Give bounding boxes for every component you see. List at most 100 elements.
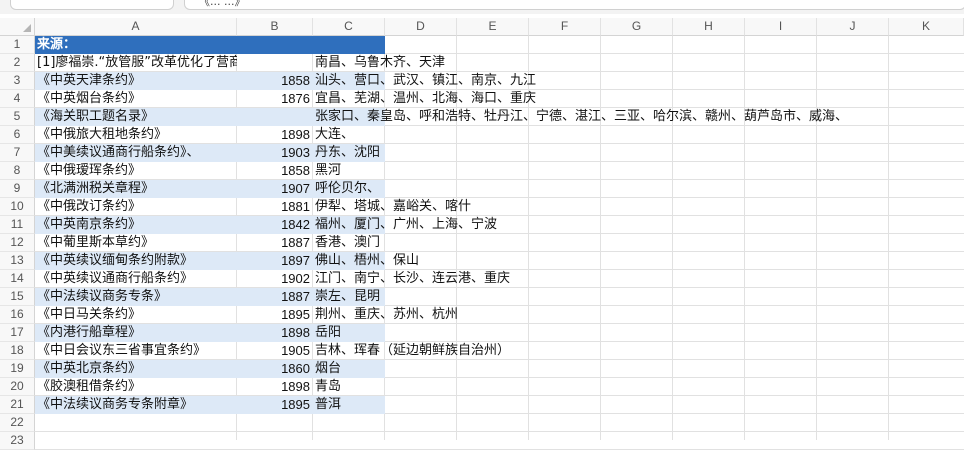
cell-b11[interactable]: 1842 [237,216,313,234]
row-header-4[interactable]: 4 [0,90,35,108]
row-header-3[interactable]: 3 [0,72,35,90]
cell-a17[interactable]: 《内港行船章程》 [35,324,237,342]
cell-c5[interactable]: 张家口、秦皇岛、呼和浩特、牡丹江、宁德、湛江、三亚、哈尔滨、赣州、葫芦岛市、威海… [313,108,848,126]
column-header-k[interactable]: K [889,18,964,36]
cell-b20[interactable]: 1898 [237,378,313,396]
cell-a14[interactable]: 《中英续议通商行船条约》 [35,270,237,288]
cell-c21[interactable]: 普洱 [313,396,385,414]
row-header-23[interactable]: 23 [0,432,35,450]
cell-b2[interactable] [237,54,313,72]
cell-c12[interactable]: 香港、澳门 [313,234,385,252]
cell-a21[interactable]: 《中法续议商务专条附章》 [35,396,237,414]
cell-c11[interactable]: 福州、厦门、广州、上海、宁波 [313,216,497,234]
column-header-g[interactable]: G [601,18,673,36]
cell-b8[interactable]: 1858 [237,162,313,180]
cell-b4[interactable]: 1876 [237,90,313,108]
cell-a19[interactable]: 《中英北京条约》 [35,360,237,378]
cell-c7[interactable]: 丹东、沈阳 [313,144,385,162]
cell-a18[interactable]: 《中日会议东三省事宜条约》 [35,342,237,360]
row-header-16[interactable]: 16 [0,306,35,324]
cell-a2[interactable]: [1]廖福崇.“放管服”改革优化了营商环境 [35,54,237,72]
cell-a7[interactable]: 《中美续议通商行船条约》、 [35,144,237,162]
row-header-1[interactable]: 1 [0,36,35,54]
row-header-11[interactable]: 11 [0,216,35,234]
cell-b5[interactable] [237,108,313,126]
cell-c15[interactable]: 崇左、昆明 [313,288,385,306]
cell-c20[interactable]: 青岛 [313,378,385,396]
cell-a20[interactable]: 《胶澳租借条约》 [35,378,237,396]
cell-c4[interactable]: 宜昌、芜湖、温州、北海、海口、重庆 [313,90,536,108]
cell-a3[interactable]: 《中英天津条约》 [35,72,237,90]
row-header-22[interactable]: 22 [0,414,35,432]
cell-c10[interactable]: 伊犁、塔城、嘉峪关、喀什 [313,198,471,216]
cell-b1[interactable] [237,36,313,54]
cell-c8[interactable]: 黑河 [313,162,385,180]
cell-a11[interactable]: 《中英南京条约》 [35,216,237,234]
name-box[interactable] [10,0,174,10]
cell-a8[interactable]: 《中俄瑷珲条约》 [35,162,237,180]
select-all-corner[interactable] [0,18,35,36]
cell-b14[interactable]: 1902 [237,270,313,288]
row-header-14[interactable]: 14 [0,270,35,288]
sheet-grid[interactable]: 来源：[1]廖福崇.“放管服”改革优化了营商环境 南昌、乌鲁木齐、天津《中英天津条… [35,36,964,450]
row-header-17[interactable]: 17 [0,324,35,342]
row-header-2[interactable]: 2 [0,54,35,72]
cell-b7[interactable]: 1903 [237,144,313,162]
cell-b13[interactable]: 1897 [237,252,313,270]
cell-a15[interactable]: 《中法续议商务专条》 [35,288,237,306]
row-header-12[interactable]: 12 [0,234,35,252]
column-header-b[interactable]: B [237,18,313,36]
cell-b17[interactable]: 1898 [237,324,313,342]
cell-a1[interactable]: 来源： [35,36,237,54]
row-header-9[interactable]: 9 [0,180,35,198]
cell-c16[interactable]: 荆州、重庆、苏州、杭州 [313,306,458,324]
row-header-13[interactable]: 13 [0,252,35,270]
cell-b9[interactable]: 1907 [237,180,313,198]
row-header-5[interactable]: 5 [0,108,35,126]
cell-a16[interactable]: 《中日马关条约》 [35,306,237,324]
cell-a10[interactable]: 《中俄改订条约》 [35,198,237,216]
cell-a6[interactable]: 《中俄旅大租地条约》 [35,126,237,144]
cell-c18[interactable]: 吉林、珲春（延边朝鲜族自治州） [313,342,510,360]
cell-b6[interactable]: 1898 [237,126,313,144]
row-header-21[interactable]: 21 [0,396,35,414]
cell-a12[interactable]: 《中葡里斯本草约》 [35,234,237,252]
cell-b16[interactable]: 1895 [237,306,313,324]
row-header-20[interactable]: 20 [0,378,35,396]
cell-a5[interactable]: 《海关职工题名录》 [35,108,237,126]
cell-a13[interactable]: 《中英续议缅甸条约附款》 [35,252,237,270]
cell-c19[interactable]: 烟台 [313,360,385,378]
cell-c14[interactable]: 江门、南宁、长沙、连云港、重庆 [313,270,510,288]
column-header-d[interactable]: D [385,18,457,36]
row-header-15[interactable]: 15 [0,288,35,306]
column-header-h[interactable]: H [673,18,745,36]
column-header-f[interactable]: F [529,18,601,36]
cell-b3[interactable]: 1858 [237,72,313,90]
row-header-18[interactable]: 18 [0,342,35,360]
cell-b18[interactable]: 1905 [237,342,313,360]
column-header-c[interactable]: C [313,18,385,36]
cell-c3[interactable]: 汕头、营口、武汉、镇江、南京、九江 [313,72,536,90]
column-header-a[interactable]: A [35,18,237,36]
column-header-e[interactable]: E [457,18,529,36]
column-header-i[interactable]: I [745,18,817,36]
cell-c13[interactable]: 佛山、梧州、保山 [313,252,419,270]
cell-a9[interactable]: 《北满洲税关章程》 [35,180,237,198]
cell-c1[interactable] [313,36,385,54]
cell-c17[interactable]: 岳阳 [313,324,385,342]
row-header-19[interactable]: 19 [0,360,35,378]
cell-b12[interactable]: 1887 [237,234,313,252]
column-header-j[interactable]: J [817,18,889,36]
formula-input[interactable]: 《... ...》 [184,0,964,10]
cell-c9[interactable]: 呼伦贝尔、 [313,180,385,198]
cell-b21[interactable]: 1895 [237,396,313,414]
cell-a4[interactable]: 《中英烟台条约》 [35,90,237,108]
cell-c2[interactable]: 南昌、乌鲁木齐、天津 [313,54,445,72]
row-header-7[interactable]: 7 [0,144,35,162]
row-header-10[interactable]: 10 [0,198,35,216]
cell-b10[interactable]: 1881 [237,198,313,216]
row-header-8[interactable]: 8 [0,162,35,180]
row-header-6[interactable]: 6 [0,126,35,144]
cell-b15[interactable]: 1887 [237,288,313,306]
cell-b19[interactable]: 1860 [237,360,313,378]
